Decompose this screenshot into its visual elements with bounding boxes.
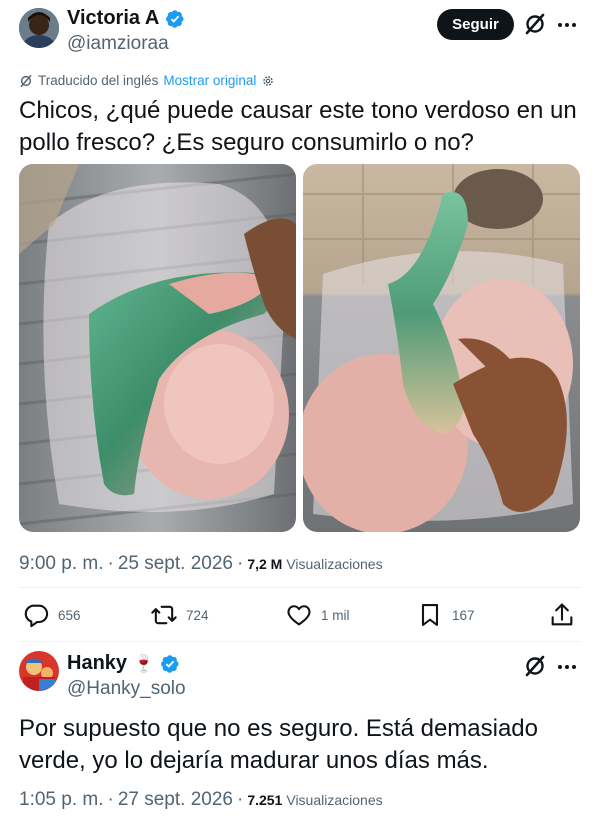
bookmark-button[interactable]: 167 <box>416 601 475 629</box>
tweet-meta: 9:00 p. m. · 25 sept. 2026 · 7,2 M Visua… <box>19 553 383 575</box>
divider <box>19 641 581 642</box>
tweet-photo-2[interactable] <box>303 164 580 532</box>
reply-button[interactable]: 656 <box>22 601 81 629</box>
show-original-link[interactable]: Mostrar original <box>163 73 256 88</box>
translation-bar: Traducido del inglés Mostrar original <box>19 73 275 88</box>
meta-separator: · <box>236 553 244 574</box>
translation-note: Traducido del inglés <box>38 73 159 88</box>
share-button[interactable] <box>548 601 576 629</box>
author-name[interactable]: Victoria A <box>67 7 159 30</box>
more-icon[interactable] <box>556 656 578 678</box>
author-handle[interactable]: @iamzioraa <box>67 33 169 55</box>
wine-glass-icon: 🍷 <box>133 653 155 673</box>
reply-author-handle[interactable]: @Hanky_solo <box>67 678 186 700</box>
views-label: Visualizaciones <box>286 556 383 572</box>
meta-separator: · <box>107 553 114 574</box>
gear-icon[interactable] <box>261 74 275 88</box>
like-icon <box>287 605 311 626</box>
retweet-count: 724 <box>186 607 209 623</box>
grok-icon <box>20 74 32 87</box>
meta-separator: · <box>236 789 244 810</box>
reply-count: 656 <box>58 607 81 623</box>
reply-meta: 1:05 p. m. · 27 sept. 2026 · 7.251 Visua… <box>19 789 383 811</box>
grok-icon[interactable] <box>523 654 547 678</box>
grok-icon[interactable] <box>523 12 547 36</box>
retweet-icon <box>151 605 177 625</box>
reply-author-name[interactable]: Hanky <box>67 652 127 675</box>
reply-time[interactable]: 1:05 p. m. <box>19 789 104 811</box>
bookmark-count: 167 <box>452 607 475 623</box>
more-icon[interactable] <box>556 14 578 36</box>
verified-badge-icon <box>166 9 184 28</box>
share-icon <box>551 603 573 626</box>
reply-text: Por supuesto que no es seguro. Está dema… <box>19 715 538 774</box>
reply-views-label: Visualizaciones <box>286 792 383 808</box>
verified-badge-icon <box>161 654 179 673</box>
reply-views-count: 7.251 <box>247 792 283 808</box>
tweet-time[interactable]: 9:00 p. m. <box>19 553 104 575</box>
reply-author-avatar[interactable] <box>19 651 59 691</box>
tweet-text: Chicos, ¿qué puede causar este tono verd… <box>19 97 577 156</box>
tweet-date[interactable]: 25 sept. 2026 <box>118 553 233 575</box>
like-count: 1 mil <box>321 607 350 623</box>
divider <box>19 587 581 588</box>
reply-icon <box>24 604 49 628</box>
bookmark-icon <box>421 604 439 626</box>
views-count: 7,2 M <box>247 556 283 572</box>
meta-separator: · <box>107 789 114 810</box>
like-button[interactable]: 1 mil <box>285 601 350 629</box>
author-avatar[interactable] <box>19 8 59 48</box>
follow-button[interactable]: Seguir <box>437 9 514 40</box>
tweet-photo-1[interactable] <box>19 164 296 532</box>
retweet-button[interactable]: 724 <box>150 601 209 629</box>
reply-date[interactable]: 27 sept. 2026 <box>118 789 233 811</box>
